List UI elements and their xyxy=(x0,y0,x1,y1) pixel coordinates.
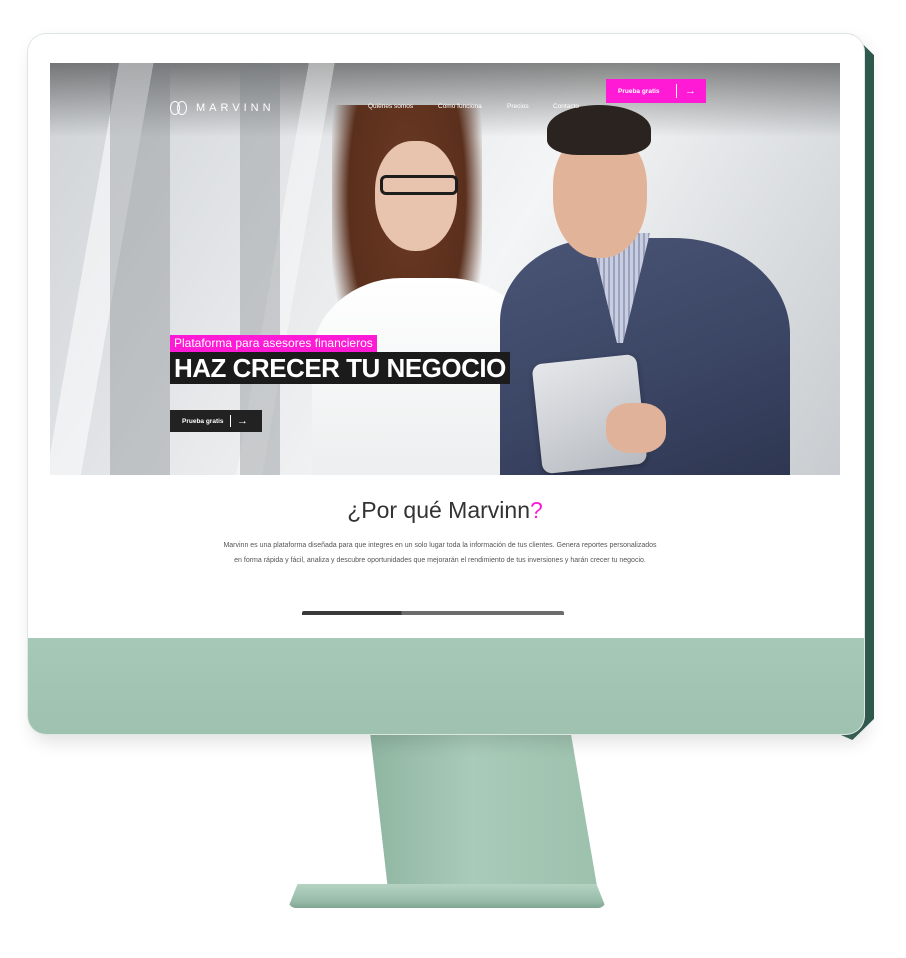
top-navigation: MARVINN Quiénes somos Cómo funciona Prec… xyxy=(50,63,840,123)
nav-link-quienes-somos[interactable]: Quiénes somos xyxy=(368,103,413,110)
hero-photo-woman-face xyxy=(375,141,457,251)
why-title-text: ¿Por qué Marvinn xyxy=(347,497,530,523)
why-title-question-mark: ? xyxy=(530,497,543,523)
button-divider xyxy=(230,415,231,427)
hero-free-trial-label: Prueba gratis xyxy=(182,417,224,425)
hero-background-pillar xyxy=(110,63,170,475)
website-screen: MARVINN Quiénes somos Cómo funciona Prec… xyxy=(50,63,840,615)
arrow-right-icon: → xyxy=(237,415,248,427)
nav-link-como-funciona[interactable]: Cómo funciona xyxy=(438,103,482,110)
why-marvinn-section: ¿Por qué Marvinn? Marvinn es una platafo… xyxy=(50,475,840,615)
section-bottom-bar xyxy=(302,611,564,615)
monitor-stand-base xyxy=(288,884,606,908)
why-description: Marvinn es una plataforma diseñada para … xyxy=(223,542,657,564)
hero-headline: HAZ CRECER TU NEGOCIO xyxy=(170,352,510,384)
hero-tagline: Plataforma para asesores financieros xyxy=(170,335,377,352)
hero-photo-hand xyxy=(606,403,666,453)
monitor-stand-neck xyxy=(370,732,598,892)
nav-free-trial-label: Prueba gratis xyxy=(618,87,660,95)
nav-link-contacto[interactable]: Contacto xyxy=(553,103,579,110)
why-title: ¿Por qué Marvinn? xyxy=(50,497,840,524)
logo-text: MARVINN xyxy=(196,102,275,114)
nav-free-trial-button[interactable]: Prueba gratis → xyxy=(606,79,706,103)
button-divider xyxy=(676,84,677,98)
brand-logo[interactable]: MARVINN xyxy=(170,101,275,115)
arrow-right-icon: → xyxy=(685,85,696,97)
monitor-frame: MARVINN Quiénes somos Cómo funciona Prec… xyxy=(28,34,864,734)
nav-link-precios[interactable]: Precios xyxy=(507,103,529,110)
hero-section: MARVINN Quiénes somos Cómo funciona Prec… xyxy=(50,63,840,475)
hero-free-trial-button[interactable]: Prueba gratis → xyxy=(170,410,262,432)
monitor-chin xyxy=(28,638,864,734)
logo-icon xyxy=(170,101,188,115)
glasses-icon xyxy=(380,175,458,195)
